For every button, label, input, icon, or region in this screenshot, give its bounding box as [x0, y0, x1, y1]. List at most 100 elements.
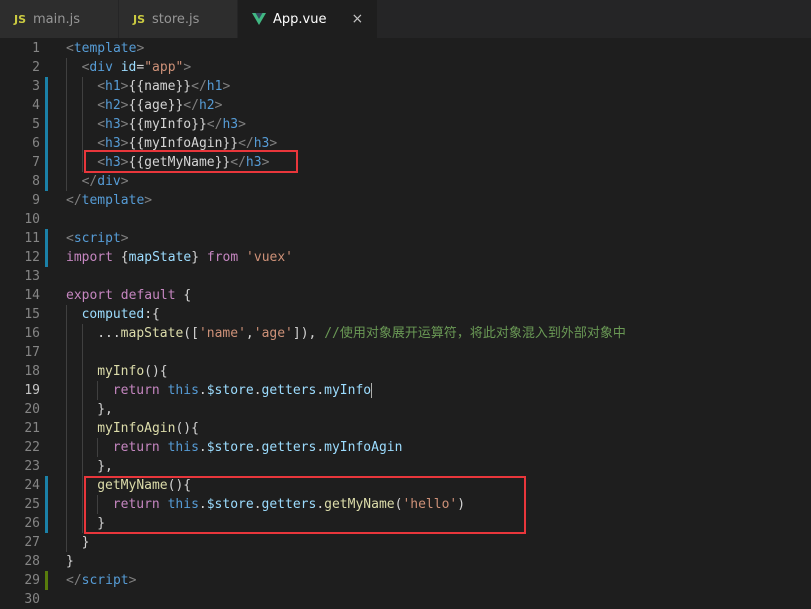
indent-guide	[66, 438, 67, 457]
code-token: </	[191, 79, 207, 94]
code-token: h1	[206, 79, 223, 94]
code-token: </	[183, 98, 199, 113]
code-line[interactable]: 19 return this.$store.getters.myInfo	[0, 381, 811, 400]
code-line[interactable]: 30	[0, 590, 811, 609]
indent-guide	[66, 115, 67, 134]
tab-app-vue[interactable]: App.vue ×	[238, 0, 379, 38]
indent-guide	[66, 153, 67, 172]
code-line[interactable]: 2 <div id="app">	[0, 58, 811, 77]
indent-guide	[97, 438, 99, 457]
code-token: getters	[261, 440, 317, 455]
line-number: 23	[24, 459, 40, 474]
line-number: 2	[32, 60, 40, 75]
code-token: .	[253, 383, 262, 398]
javascript-file-icon: JS	[14, 12, 27, 26]
code-line[interactable]: 23},	[0, 457, 811, 476]
code-line[interactable]: 10	[0, 210, 811, 229]
code-token: //使用对象展开运算符，将此对象混入到外部对象中	[324, 326, 626, 341]
code-line[interactable]: 1 <template>	[0, 39, 811, 58]
code-line[interactable]: 18 myInfo(){	[0, 362, 811, 381]
line-number: 28	[24, 554, 40, 569]
code-token: </	[66, 573, 82, 588]
code-line[interactable]: 27}	[0, 533, 811, 552]
indent-guide	[81, 362, 83, 381]
code-line[interactable]: 15 computed:{	[0, 305, 811, 324]
code-text: }	[66, 552, 74, 571]
indent-guide	[66, 419, 67, 438]
code-token: <	[97, 79, 106, 94]
indent-guide	[81, 343, 83, 362]
indent-guide	[66, 495, 67, 514]
line-number: 11	[24, 231, 40, 246]
vue-file-icon	[252, 13, 266, 25]
code-token: template	[81, 193, 145, 208]
indent-guide	[66, 362, 67, 381]
indent-guide	[66, 343, 67, 362]
code-token: .	[198, 440, 207, 455]
code-token: myInfoAgin	[324, 440, 403, 455]
tab-label: store.js	[152, 11, 200, 27]
indent-guide	[81, 438, 83, 457]
modified-line-marker	[45, 495, 48, 514]
line-number: 15	[24, 307, 40, 322]
code-line[interactable]: 20},	[0, 400, 811, 419]
code-line[interactable]: 12 import {mapState} from 'vuex'	[0, 248, 811, 267]
line-number: 24	[24, 478, 40, 493]
code-line[interactable]: 9 </template>	[0, 191, 811, 210]
code-token: <	[66, 41, 74, 56]
code-line[interactable]: 13	[0, 267, 811, 286]
tab-store-js[interactable]: JS store.js	[119, 0, 238, 38]
indent-guide	[66, 134, 67, 153]
indent-guide	[97, 381, 99, 400]
line-number: 18	[24, 364, 40, 379]
code-token: <	[97, 117, 106, 132]
code-token: >	[120, 79, 129, 94]
code-line[interactable]: 21 myInfoAgin(){	[0, 419, 811, 438]
indent-guide	[66, 324, 67, 343]
code-line[interactable]: 8 </div>	[0, 172, 811, 191]
code-line[interactable]: 22 return this.$store.getters.myInfoAgin	[0, 438, 811, 457]
code-token: return	[112, 440, 160, 455]
line-number: 5	[32, 117, 40, 132]
code-token: id	[120, 60, 137, 75]
code-token: ...	[97, 326, 121, 341]
code-line[interactable]: 11 <script>	[0, 229, 811, 248]
indent-guide	[81, 77, 83, 96]
code-token: >	[136, 41, 145, 56]
code-line[interactable]: 4 <h2>{{age}}</h2>	[0, 96, 811, 115]
code-token: :{	[144, 307, 160, 322]
indent-guide	[81, 495, 83, 514]
code-token: default	[120, 288, 176, 303]
line-number: 14	[24, 288, 40, 303]
code-editor[interactable]: 1 <template> 2 <div id="app"> 3 <h1>{{name}}<…	[0, 39, 811, 607]
code-token: >	[222, 79, 231, 94]
tab-main-js[interactable]: JS main.js	[0, 0, 119, 38]
indent-guide	[66, 457, 67, 476]
line-number: 21	[24, 421, 40, 436]
code-token: h1	[105, 79, 121, 94]
line-number: 9	[32, 193, 40, 208]
code-line[interactable]: 14 export default {	[0, 286, 811, 305]
code-token: h3	[222, 117, 239, 132]
code-line[interactable]: 3 <h1>{{name}}</h1>	[0, 77, 811, 96]
code-token: >	[120, 98, 129, 113]
indent-guide	[66, 58, 67, 77]
code-token: .	[316, 440, 325, 455]
code-line[interactable]: 29 </script>	[0, 571, 811, 590]
code-line[interactable]: 17	[0, 343, 811, 362]
code-token: {{age}}	[128, 98, 184, 113]
code-line[interactable]: 16 ...mapState(['name','age']), //使用对象展开运…	[0, 324, 811, 343]
indent-guide	[81, 381, 83, 400]
code-token: (){	[175, 421, 199, 436]
code-token: 'age'	[253, 326, 293, 341]
code-text: import {mapState} from 'vuex'	[66, 248, 293, 267]
code-token: "app"	[144, 60, 184, 75]
modified-line-marker	[45, 153, 48, 172]
code-line[interactable]: 28}	[0, 552, 811, 571]
code-text: myInfo(){	[97, 362, 167, 381]
code-token: >	[128, 573, 137, 588]
close-icon[interactable]: ×	[333, 11, 363, 27]
code-token: >	[120, 174, 129, 189]
code-token: <	[97, 98, 106, 113]
code-line[interactable]: 5 <h3>{{myInfo}}</h3>	[0, 115, 811, 134]
